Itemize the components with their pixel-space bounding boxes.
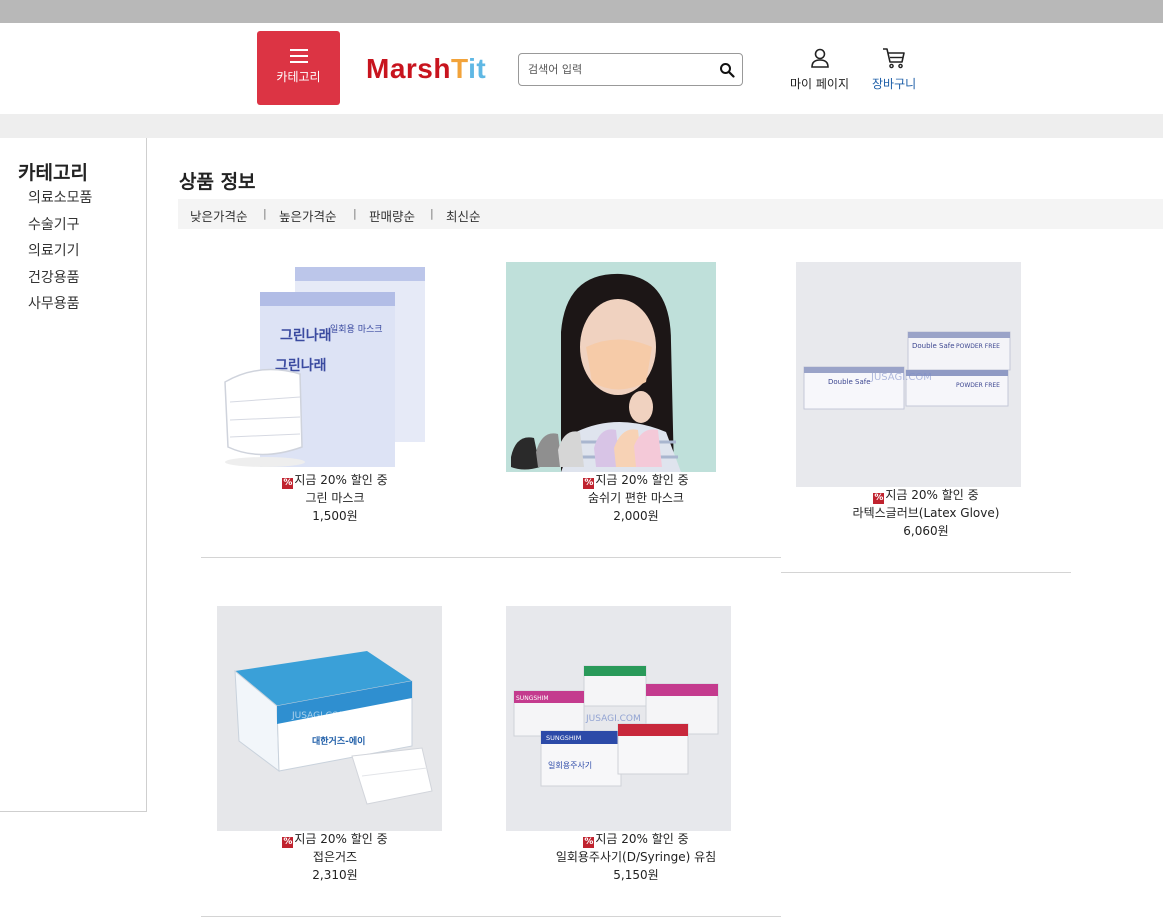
product-price: 6,060원 <box>903 524 949 538</box>
discount-icon: % <box>282 478 294 489</box>
syringe-brand-text: SUNGSHIM <box>516 695 549 702</box>
sort-separator: | <box>263 207 267 220</box>
glove-type-text: POWDER FREE <box>956 343 1000 350</box>
hamburger-icon <box>289 49 308 63</box>
product-name[interactable]: 라텍스글러브(Latex Glove) <box>781 504 1071 522</box>
product-price: 2,310원 <box>312 868 358 882</box>
sort-newest[interactable]: 최신순 <box>446 206 481 225</box>
discount-icon: % <box>583 478 595 489</box>
product-card[interactable]: Double Safe POWDER FREE POWDER FREE Doub… <box>781 262 1071 542</box>
product-card[interactable]: 그린나래 일회용 마스크 그린나래 % 지금 20% 할인 중 그린 마스크 1,… <box>200 262 490 527</box>
category-menu-button[interactable]: 카테고리 <box>257 31 340 105</box>
sidebar-item-surgical-tools[interactable]: 수술기구 <box>28 215 92 242</box>
sidebar-item-medical-supplies[interactable]: 의료소모품 <box>28 188 92 215</box>
product-image[interactable]: 대한거즈-에이 JUSAGI.COM <box>217 606 442 831</box>
row-divider <box>201 916 781 917</box>
product-name[interactable]: 숨쉬기 편한 마스크 <box>491 489 781 507</box>
row-divider <box>781 572 1071 573</box>
search-input[interactable] <box>528 61 708 78</box>
user-icon <box>810 48 829 68</box>
sort-bar: 낮은가격순 | 높은가격순 | 판매량순 | 최신순 <box>178 199 1163 229</box>
discount-icon: % <box>282 837 294 848</box>
product-price: 2,000원 <box>613 509 659 523</box>
sort-separator: | <box>353 207 357 220</box>
image-watermark: JUSAGI.COM <box>585 714 641 724</box>
product-price: 1,500원 <box>312 509 358 523</box>
discount-badge-text: 지금 20% 할인 중 <box>885 488 979 502</box>
row-divider <box>201 557 781 558</box>
mypage-label: 마이 페이지 <box>790 77 850 91</box>
site-header: 카테고리 MarshTit 마이 페이지 장바구니 <box>0 23 1163 114</box>
sort-high-price[interactable]: 높은가격순 <box>279 206 337 225</box>
category-button-label: 카테고리 <box>276 70 321 84</box>
product-card[interactable]: 대한거즈-에이 JUSAGI.COM % 지금 20% 할인 중 접은거즈 2,3… <box>200 606 490 886</box>
discount-icon: % <box>873 493 885 504</box>
syringe-brand-text: SUNGSHIM <box>546 734 581 742</box>
search-icon[interactable] <box>719 62 735 78</box>
search-box <box>518 53 743 86</box>
sidebar-item-health-products[interactable]: 건강용품 <box>28 268 92 295</box>
mypage-link[interactable]: 마이 페이지 <box>790 47 849 92</box>
discount-icon: % <box>583 837 595 848</box>
cart-label: 장바구니 <box>872 77 917 91</box>
image-watermark: JUSAGI.COM <box>870 372 932 383</box>
product-name[interactable]: 접은거즈 <box>190 848 480 866</box>
category-sidebar: 카테고리 의료소모품 수술기구 의료기기 건강용품 사무용품 <box>0 138 147 812</box>
page-title: 상품 정보 <box>179 171 256 193</box>
sidebar-title: 카테고리 <box>18 162 88 184</box>
cart-link[interactable]: 장바구니 <box>872 47 916 92</box>
site-logo[interactable]: MarshTit <box>366 53 486 85</box>
product-name[interactable]: 일회용주사기(D/Syringe) 유침 <box>491 848 781 866</box>
sidebar-item-medical-devices[interactable]: 의료기기 <box>28 241 92 268</box>
gauze-title-text: 대한거즈-에이 <box>312 735 365 747</box>
product-card[interactable]: SUNGSHIM SUNGSHIM 일회용주사기 JUSAGI.COM % 지금 … <box>491 606 781 886</box>
discount-badge-text: 지금 20% 할인 중 <box>595 473 689 487</box>
product-price: 5,150원 <box>613 868 659 882</box>
product-card[interactable]: % 지금 20% 할인 중 숨쉬기 편한 마스크 2,000원 <box>491 262 781 527</box>
glove-type-text: POWDER FREE <box>956 382 1000 389</box>
syringe-type-text: 일회용주사기 <box>548 761 592 770</box>
product-image[interactable] <box>506 262 716 472</box>
discount-badge-text: 지금 20% 할인 중 <box>294 832 388 846</box>
sort-separator: | <box>430 207 434 220</box>
discount-badge-text: 지금 20% 할인 중 <box>294 473 388 487</box>
mask-type-text: 일회용 마스크 <box>330 324 383 335</box>
top-strip <box>0 0 1163 23</box>
sort-sales[interactable]: 판매량순 <box>369 206 415 225</box>
image-watermark: JUSAGI.COM <box>291 711 347 721</box>
product-image[interactable]: SUNGSHIM SUNGSHIM 일회용주사기 JUSAGI.COM <box>506 606 731 831</box>
product-image[interactable]: Double Safe POWDER FREE POWDER FREE Doub… <box>796 262 1021 487</box>
sub-header-bar <box>0 114 1163 138</box>
mask-brand-text: 그린나래 <box>280 327 332 344</box>
glove-brand-text: Double Safe <box>912 342 955 350</box>
product-name[interactable]: 그린 마스크 <box>190 489 480 507</box>
sidebar-item-office-supplies[interactable]: 사무용품 <box>28 294 92 321</box>
sidebar-list: 의료소모품 수술기구 의료기기 건강용품 사무용품 <box>28 188 92 321</box>
glove-brand-text: Double Safe <box>828 378 871 386</box>
cart-icon <box>883 48 905 69</box>
discount-badge-text: 지금 20% 할인 중 <box>595 832 689 846</box>
sort-low-price[interactable]: 낮은가격순 <box>190 206 248 225</box>
product-image[interactable]: 그린나래 일회용 마스크 그린나래 <box>220 262 430 472</box>
